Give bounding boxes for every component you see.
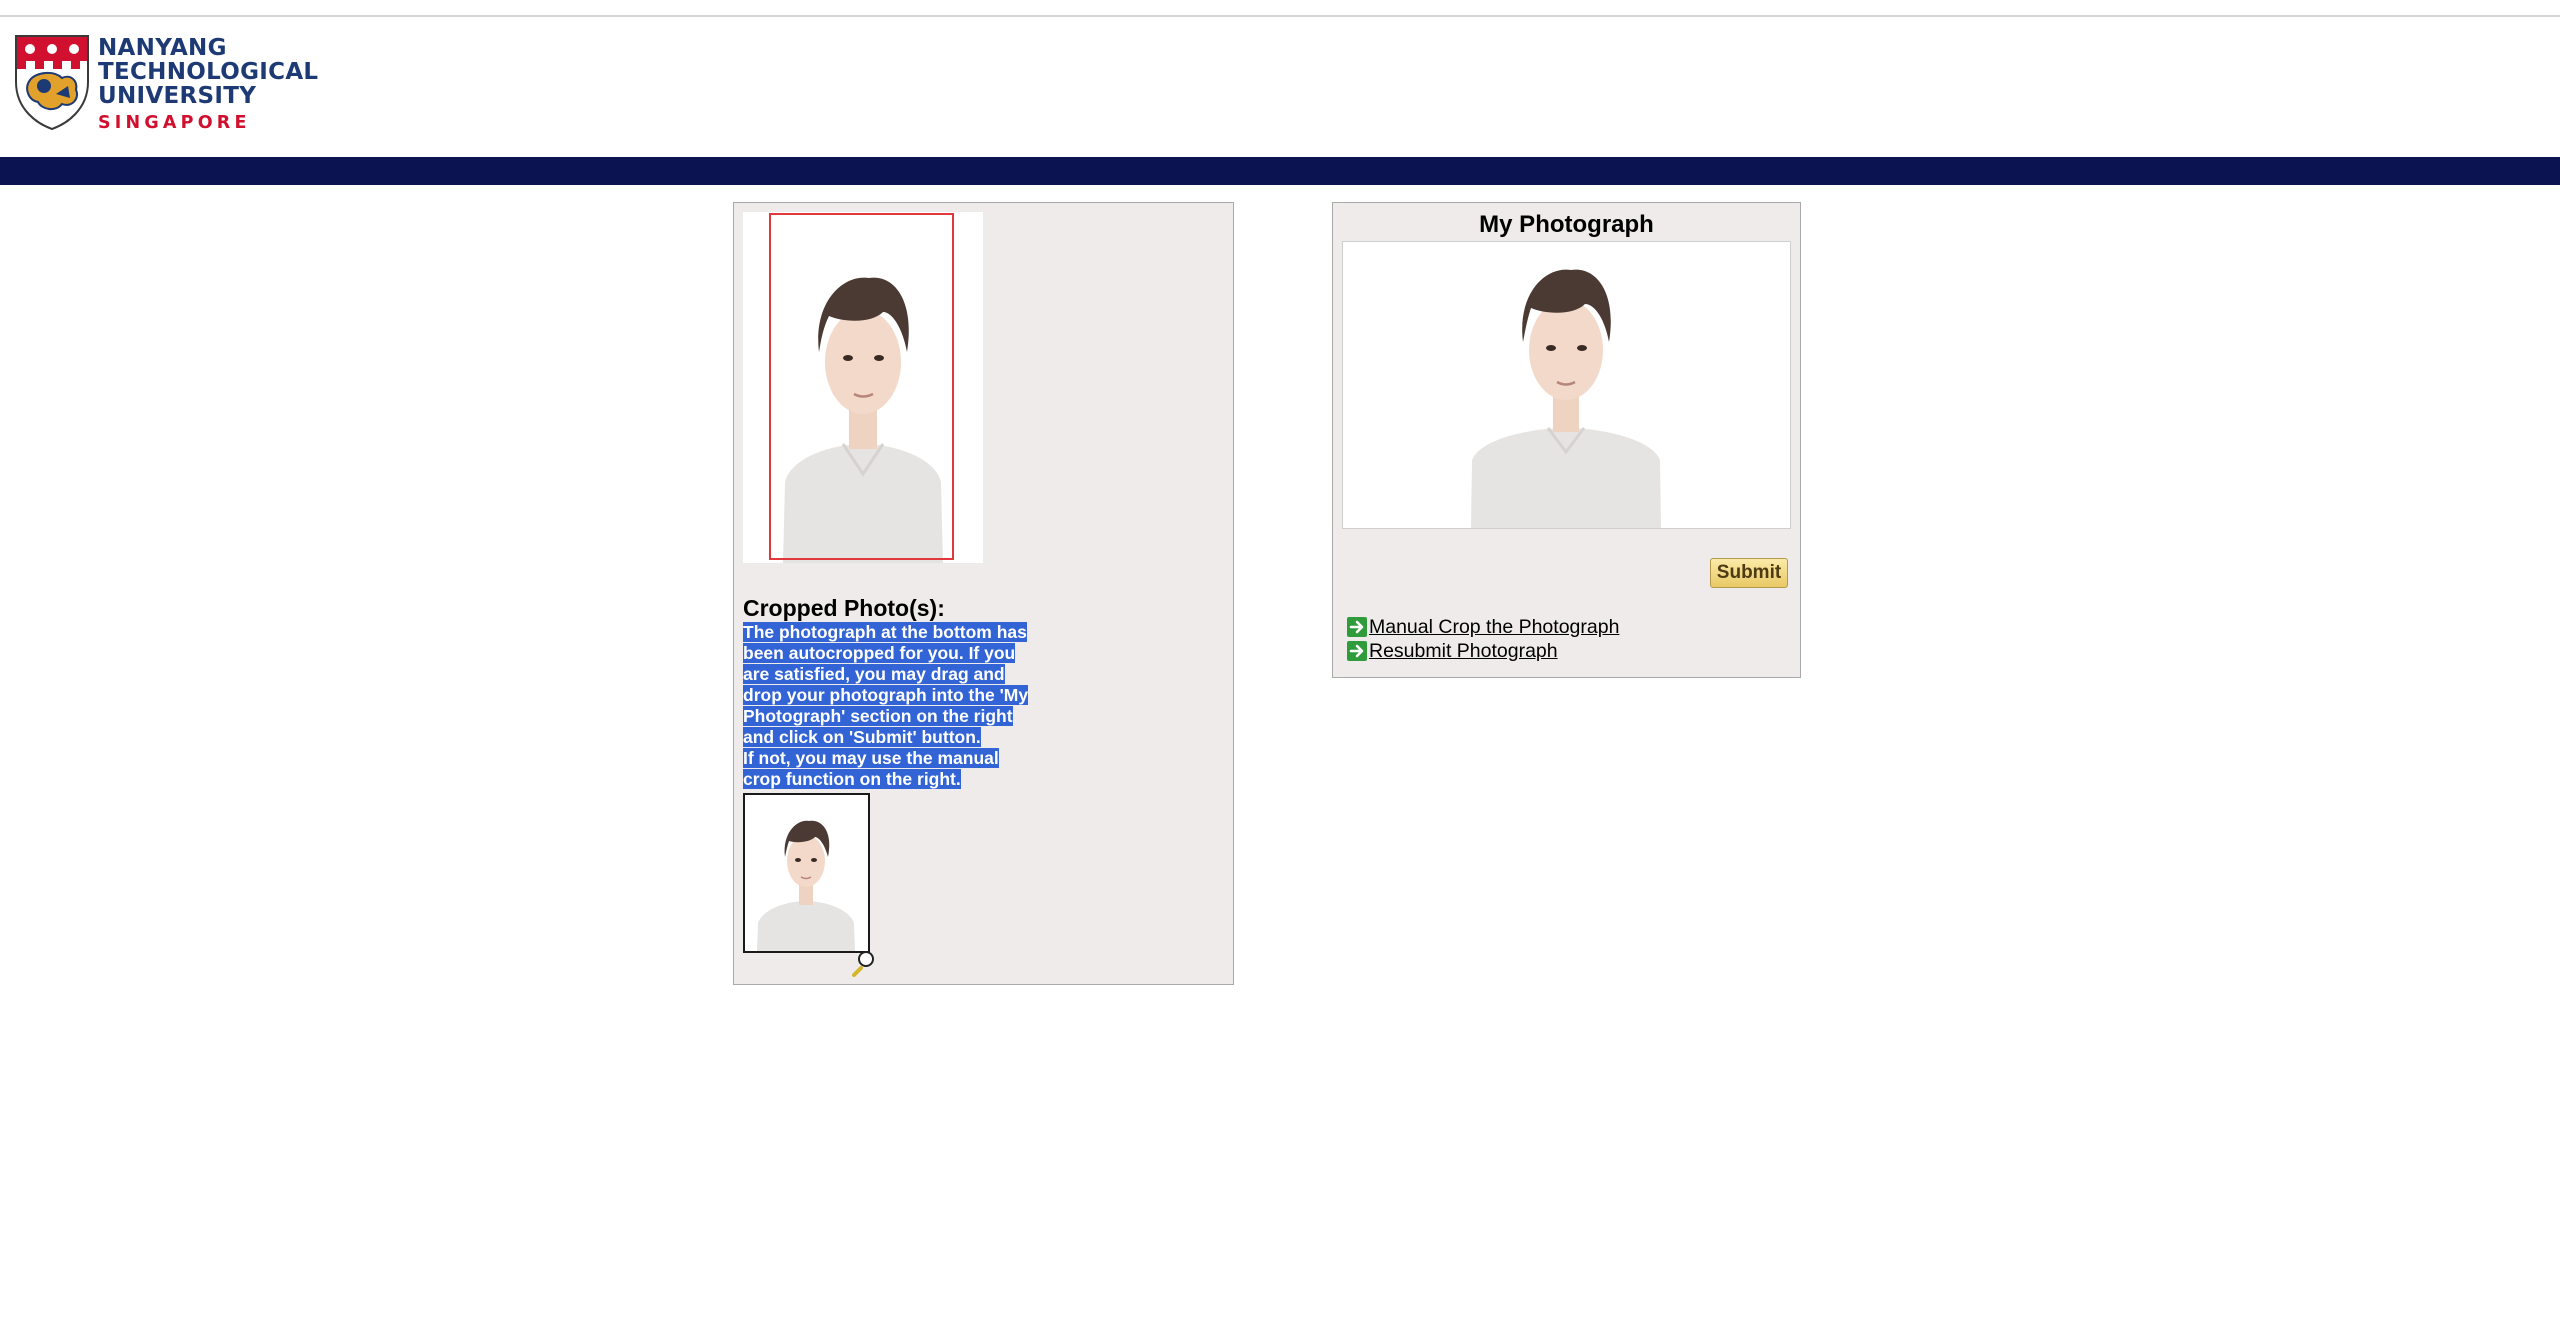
top-divider xyxy=(0,0,2560,17)
resubmit-link-row[interactable]: Resubmit Photograph xyxy=(1347,639,1558,663)
instruction-line: been autocropped for you. If you xyxy=(743,643,1016,663)
green-arrow-icon xyxy=(1347,617,1367,637)
manual-crop-link[interactable]: Manual Crop the Photograph xyxy=(1369,616,1619,638)
instruction-line: The photograph at the bottom has xyxy=(743,622,1027,642)
my-photograph-panel: My Photograph Submit Manual Crop the Pho… xyxy=(1332,202,1801,678)
my-photograph-image xyxy=(1343,242,1790,528)
instruction-line: drop your photograph into the 'My xyxy=(743,685,1029,705)
logo-line-singapore: SINGAPORE xyxy=(98,113,251,133)
logo-line-technological: TECHNOLOGICAL xyxy=(98,59,319,85)
crop-selection-rectangle[interactable] xyxy=(769,213,954,560)
ntu-logo[interactable]: NANYANG TECHNOLOGICAL UNIVERSITY SINGAPO… xyxy=(14,34,318,133)
instruction-line: If not, you may use the manual xyxy=(743,748,999,768)
green-arrow-icon xyxy=(1347,641,1367,661)
drag-handle-icon[interactable] xyxy=(850,949,878,977)
logo-line-nanyang: NANYANG xyxy=(98,35,227,61)
resubmit-photograph-link[interactable]: Resubmit Photograph xyxy=(1369,640,1558,662)
my-photograph-title: My Photograph xyxy=(1479,211,1654,238)
crop-instructions: The photograph at the bottom has been au… xyxy=(743,622,1043,790)
manual-crop-link-row[interactable]: Manual Crop the Photograph xyxy=(1347,615,1619,639)
instruction-line: are satisfied, you may drag and xyxy=(743,664,1005,684)
navigation-bar xyxy=(0,157,2560,185)
cropped-photos-heading: Cropped Photo(s): xyxy=(743,595,945,621)
cropped-photo-thumbnail[interactable] xyxy=(743,793,870,953)
submit-button[interactable]: Submit xyxy=(1710,558,1788,588)
cropped-photo-image xyxy=(745,795,868,951)
my-photograph-dropzone[interactable] xyxy=(1342,241,1791,529)
logo-line-university: UNIVERSITY xyxy=(98,83,257,109)
instruction-line: and click on 'Submit' button. xyxy=(743,727,981,747)
crest-logo-icon xyxy=(15,35,89,131)
instruction-line: crop function on the right. xyxy=(743,769,961,789)
instruction-line: Photograph' section on the right xyxy=(743,706,1013,726)
crop-panel: Cropped Photo(s): The photograph at the … xyxy=(733,202,1234,985)
uploaded-photo xyxy=(743,212,983,563)
